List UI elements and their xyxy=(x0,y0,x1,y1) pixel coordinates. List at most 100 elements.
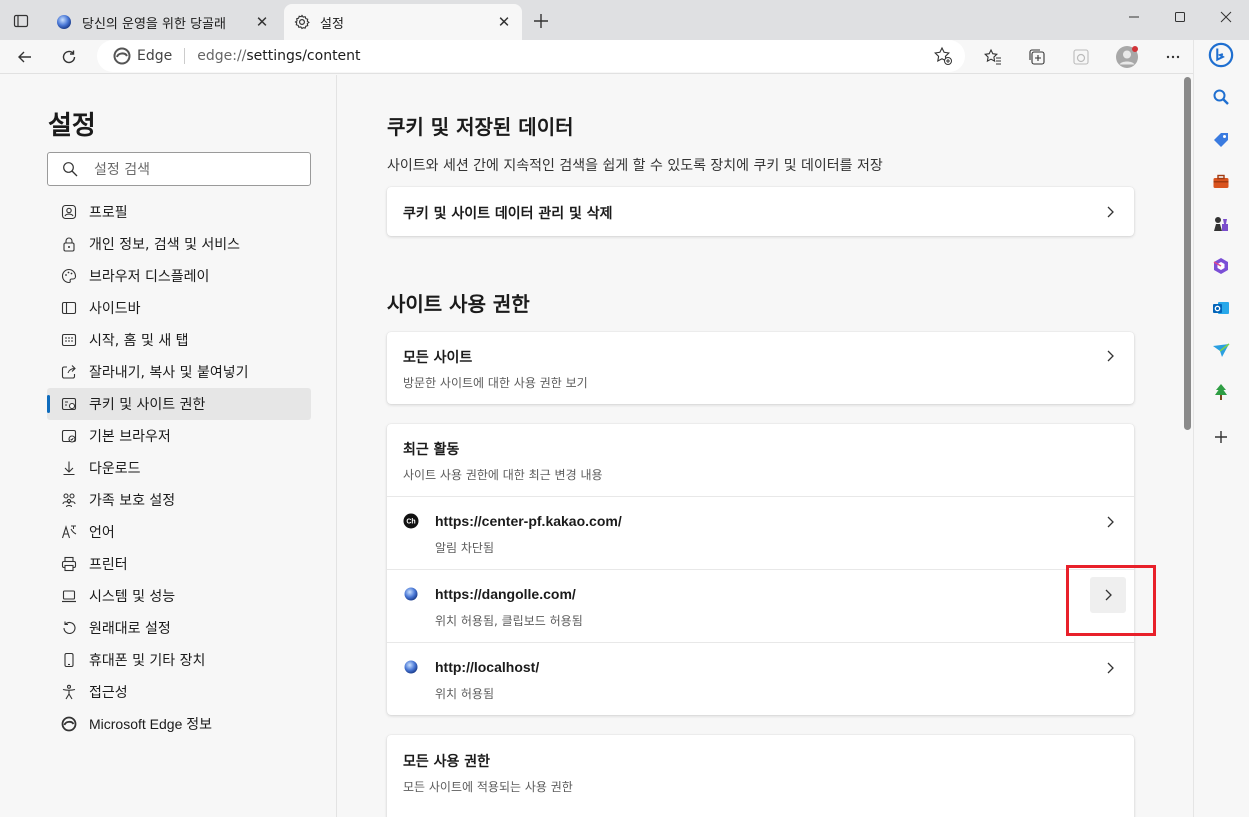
ie-mode-button[interactable] xyxy=(1066,42,1096,72)
shopping-button[interactable] xyxy=(1208,127,1234,153)
ie-mode-icon xyxy=(1073,49,1089,65)
outlook-button[interactable] xyxy=(1208,295,1234,321)
all-permissions-header: 모든 사용 권한 모든 사이트에 적용되는 사용 권한 xyxy=(387,735,1134,808)
recent-activity-header: 최근 활동 사이트 사용 권한에 대한 최근 변경 내용 xyxy=(387,424,1134,497)
nav-item-label: 시작, 홈 및 새 탭 xyxy=(89,333,189,349)
tree-button[interactable] xyxy=(1208,379,1234,405)
favorites-button[interactable] xyxy=(978,42,1008,72)
tab-settings[interactable]: 설정 ✕ xyxy=(284,4,522,40)
search-icon xyxy=(1213,89,1229,105)
office-icon xyxy=(1213,258,1228,274)
scrollbar[interactable] xyxy=(1181,75,1193,817)
settings-search-input[interactable]: 설정 검색 xyxy=(47,152,311,186)
games-button[interactable] xyxy=(1208,211,1234,237)
ellipsis-icon xyxy=(1166,55,1180,59)
all-sites-card[interactable]: 모든 사이트 방문한 사이트에 대한 사용 권한 보기 xyxy=(387,332,1134,404)
close-icon xyxy=(1220,11,1232,23)
svg-text:Ch: Ch xyxy=(406,519,415,526)
back-button[interactable] xyxy=(10,42,40,72)
address-bar[interactable]: Edge edge://settings/content xyxy=(97,40,965,72)
all-sites-title: 모든 사이트 xyxy=(403,350,473,366)
family-icon xyxy=(61,492,77,508)
language-icon xyxy=(61,524,77,540)
share-icon xyxy=(61,364,77,380)
close-tab-icon[interactable]: ✕ xyxy=(492,10,516,34)
nav-item-label: 개인 정보, 검색 및 서비스 xyxy=(89,237,241,253)
scrollbar-thumb[interactable] xyxy=(1184,77,1191,430)
tab-dangolle[interactable]: 당신의 운영을 위한 당골래 ✕ xyxy=(44,4,280,40)
nav-item-cookies-permissions[interactable]: 쿠키 및 사이트 권한 xyxy=(47,388,311,420)
section-description-cookies: 사이트와 세션 간에 지속적인 검색을 쉽게 할 수 있도록 장치에 쿠키 및 … xyxy=(387,158,883,174)
drop-button[interactable] xyxy=(1208,337,1234,363)
site-status: 알림 차단됨 xyxy=(435,541,495,555)
add-favorite-icon[interactable] xyxy=(933,46,953,66)
highlight-annotation xyxy=(1066,565,1156,636)
add-sidebar-app-button[interactable] xyxy=(1208,424,1234,450)
edge-sidebar xyxy=(1193,40,1249,817)
kakao-channel-icon: Ch xyxy=(403,513,419,529)
recent-site-row[interactable]: http://localhost/ 위치 허용됨 xyxy=(387,643,1134,715)
tools-button[interactable] xyxy=(1208,169,1234,195)
refresh-button[interactable] xyxy=(54,42,84,72)
nav-item-sidebar[interactable]: 사이드바 xyxy=(47,292,311,324)
recent-site-row[interactable]: Ch https://center-pf.kakao.com/ 알림 차단됨 xyxy=(387,497,1134,570)
maximize-button[interactable] xyxy=(1157,0,1203,34)
bing-chat-button[interactable] xyxy=(1208,42,1234,68)
collections-icon xyxy=(1029,49,1045,65)
profile-icon xyxy=(61,204,77,220)
search-sidebar-button[interactable] xyxy=(1208,84,1234,110)
globe-icon xyxy=(404,587,418,601)
chevron-right-icon xyxy=(1107,516,1114,528)
site-url: https://center-pf.kakao.com/ xyxy=(435,513,622,529)
accessibility-icon xyxy=(61,684,77,700)
all-permissions-title: 모든 사용 권한 xyxy=(403,754,491,770)
nav-item-label: 시스템 및 성능 xyxy=(89,589,176,605)
nav-item-start-home[interactable]: 시작, 홈 및 새 탭 xyxy=(47,324,311,356)
nav-item-downloads[interactable]: 다운로드 xyxy=(47,452,311,484)
nav-item-privacy[interactable]: 개인 정보, 검색 및 서비스 xyxy=(47,228,311,260)
recent-site-row[interactable]: https://dangolle.com/ 위치 허용됨, 클립보드 허용됨 xyxy=(387,570,1134,643)
close-window-button[interactable] xyxy=(1203,0,1249,34)
home-tab-icon xyxy=(61,332,77,348)
tab-actions-button[interactable] xyxy=(8,8,34,34)
globe-icon xyxy=(56,14,72,30)
new-tab-button[interactable] xyxy=(528,8,554,34)
nav-item-phone[interactable]: 휴대폰 및 기타 장치 xyxy=(47,644,311,676)
nav-item-about-edge[interactable]: Microsoft Edge 정보 xyxy=(47,708,311,740)
nav-item-languages[interactable]: 언어 xyxy=(47,516,311,548)
nav-item-label: 접근성 xyxy=(89,685,128,701)
nav-item-system[interactable]: 시스템 및 성능 xyxy=(47,580,311,612)
bing-icon xyxy=(1208,42,1234,68)
nav-list: 프로필 개인 정보, 검색 및 서비스 브라우저 디스플레이 사이드바 시작, … xyxy=(47,196,311,740)
download-icon xyxy=(61,460,77,476)
nav-item-printers[interactable]: 프린터 xyxy=(47,548,311,580)
nav-item-default-browser[interactable]: 기본 브라우저 xyxy=(47,420,311,452)
nav-item-label: 가족 보호 설정 xyxy=(89,493,176,509)
toolbar: Edge edge://settings/content xyxy=(0,40,1249,74)
minimize-button[interactable] xyxy=(1111,0,1157,34)
microsoft365-button[interactable] xyxy=(1208,253,1234,279)
tree-icon xyxy=(1215,384,1227,400)
avatar xyxy=(1116,46,1138,68)
nav-item-accessibility[interactable]: 접근성 xyxy=(47,676,311,708)
manage-cookies-card[interactable]: 쿠키 및 사이트 데이터 관리 및 삭제 xyxy=(387,187,1134,236)
tab-title: 당신의 운영을 위한 당골래 xyxy=(82,16,226,32)
close-tab-icon[interactable]: ✕ xyxy=(250,10,274,34)
nav-item-reset[interactable]: 원래대로 설정 xyxy=(47,612,311,644)
phone-icon xyxy=(61,652,77,668)
nav-item-appearance[interactable]: 브라우저 디스플레이 xyxy=(47,260,311,292)
title-bar: 당신의 운영을 위한 당골래 ✕ 설정 ✕ xyxy=(0,0,1249,40)
nav-item-label: 프로필 xyxy=(89,205,128,221)
refresh-icon xyxy=(62,50,76,64)
nav-item-profile[interactable]: 프로필 xyxy=(47,196,311,228)
nav-item-family[interactable]: 가족 보호 설정 xyxy=(47,484,311,516)
collections-button[interactable] xyxy=(1022,42,1052,72)
page-title: 설정 xyxy=(48,111,96,141)
tab-actions-icon xyxy=(13,14,29,28)
more-menu-button[interactable] xyxy=(1158,42,1188,72)
send-icon xyxy=(1213,343,1230,357)
nav-item-label: 다운로드 xyxy=(89,461,141,477)
nav-item-share-copy[interactable]: 잘라내기, 복사 및 붙여넣기 xyxy=(47,356,311,388)
toolbox-icon xyxy=(1213,174,1229,188)
profile-button[interactable] xyxy=(1112,42,1142,72)
